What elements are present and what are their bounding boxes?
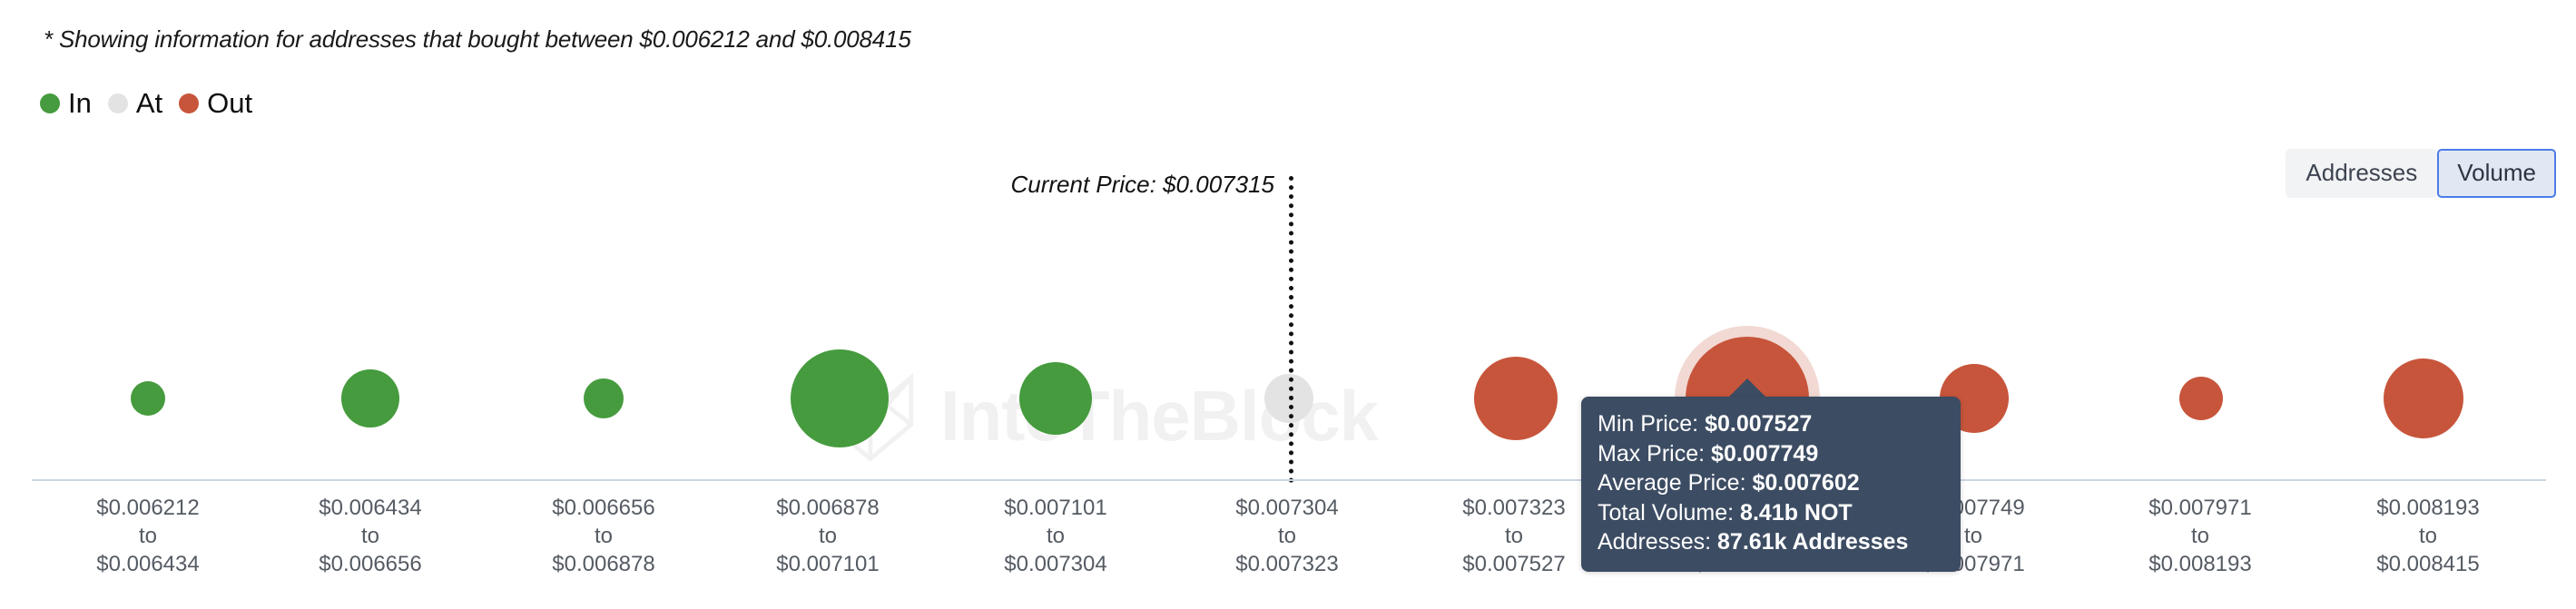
bubble-in-4[interactable] (1019, 362, 1092, 435)
x-axis-label-high: $0.008193 (2148, 552, 2252, 577)
x-axis-label-separator: to (594, 524, 614, 549)
tooltip-addresses-value: 87.61k Addresses (1717, 529, 1909, 555)
bubble-out-10[interactable] (2384, 359, 2463, 438)
tooltip-total-volume-label: Total Volume: (1598, 499, 1735, 526)
x-axis-label-separator: to (2418, 524, 2438, 549)
x-axis-label-high: $0.006656 (319, 552, 422, 577)
tooltip-total-volume-row: Total Volume: 8.41b NOT (1598, 498, 1944, 528)
bubble-out-6[interactable] (1474, 357, 1558, 440)
tooltip-total-volume-value: 8.41b NOT (1740, 499, 1853, 526)
tooltip-min-price-value: $0.007527 (1705, 411, 1813, 437)
x-axis-label-low: $0.007101 (1004, 496, 1107, 520)
tooltip-addresses-label: Addresses: (1598, 529, 1712, 555)
tooltip-addresses-row: Addresses: 87.61k Addresses (1598, 527, 1944, 557)
x-axis-label-separator: to (818, 524, 838, 549)
x-axis-label-high: $0.007527 (1462, 552, 1566, 577)
tooltip-max-price-label: Max Price: (1598, 440, 1706, 467)
tooltip-average-price-row: Average Price: $0.007602 (1598, 468, 1944, 498)
x-axis-label-high: $0.008415 (2376, 552, 2480, 577)
x-axis-line (32, 479, 2546, 481)
current-price-line (1289, 176, 1293, 483)
x-axis-label-separator: to (1504, 524, 1524, 549)
x-axis-label-low: $0.006656 (552, 496, 655, 520)
bubble-in-0[interactable] (131, 381, 165, 416)
x-axis-label-high: $0.007304 (1004, 552, 1107, 577)
tooltip-average-price-value: $0.007602 (1752, 470, 1860, 496)
x-axis-label-6: $0.007323 to $0.007527 (1462, 494, 1565, 579)
bubble-in-1[interactable] (341, 369, 399, 427)
x-axis-label-0: $0.006212 to $0.006434 (96, 494, 199, 579)
x-axis-label-10: $0.008193 to $0.008415 (2376, 494, 2479, 579)
tooltip-arrow (1727, 378, 1767, 398)
x-axis-label-low: $0.006434 (319, 496, 422, 520)
x-axis-label-high: $0.007101 (776, 552, 880, 577)
bubble-tooltip: Min Price: $0.007527 Max Price: $0.00774… (1581, 397, 1961, 572)
x-axis-label-low: $0.006212 (96, 496, 200, 520)
x-axis-label-low: $0.007971 (2148, 496, 2252, 520)
bubble-in-2[interactable] (584, 378, 624, 418)
x-axis-label-low: $0.007323 (1462, 496, 1566, 520)
x-axis-label-9: $0.007971 to $0.008193 (2148, 494, 2251, 579)
x-axis-label-low: $0.008193 (2376, 496, 2480, 520)
x-axis-label-high: $0.006878 (552, 552, 655, 577)
x-axis-label-1: $0.006434 to $0.006656 (319, 494, 421, 579)
tooltip-min-price-label: Min Price: (1598, 411, 1699, 437)
x-axis-label-2: $0.006656 to $0.006878 (552, 494, 654, 579)
x-axis-label-high: $0.006434 (96, 552, 200, 577)
x-axis-label-separator: to (1046, 524, 1066, 549)
tooltip-average-price-label: Average Price: (1598, 470, 1746, 496)
current-price-label: Current Price: $0.007315 (1010, 171, 1274, 198)
x-axis-label-separator: to (138, 524, 158, 549)
x-axis-label-low: $0.007304 (1235, 496, 1339, 520)
x-axis-label-separator: to (2190, 524, 2210, 549)
bubble-in-3[interactable] (791, 349, 889, 447)
x-axis-label-3: $0.006878 to $0.007101 (776, 494, 879, 579)
x-axis-label-4: $0.007101 to $0.007304 (1004, 494, 1106, 579)
tooltip-min-price-row: Min Price: $0.007527 (1598, 409, 1944, 439)
x-axis-label-5: $0.007304 to $0.007323 (1235, 494, 1338, 579)
x-axis-label-low: $0.006878 (776, 496, 880, 520)
x-axis-label-separator: to (360, 524, 380, 549)
tooltip-max-price-value: $0.007749 (1711, 440, 1819, 467)
x-axis-label-high: $0.007323 (1235, 552, 1339, 577)
bubble-out-9[interactable] (2179, 377, 2223, 420)
x-axis-label-separator: to (1277, 524, 1297, 549)
tooltip-max-price-row: Max Price: $0.007749 (1598, 439, 1944, 469)
bubble-chart-plot: IntoTheBlock Current Price: $0.007315 $0… (0, 0, 2576, 609)
